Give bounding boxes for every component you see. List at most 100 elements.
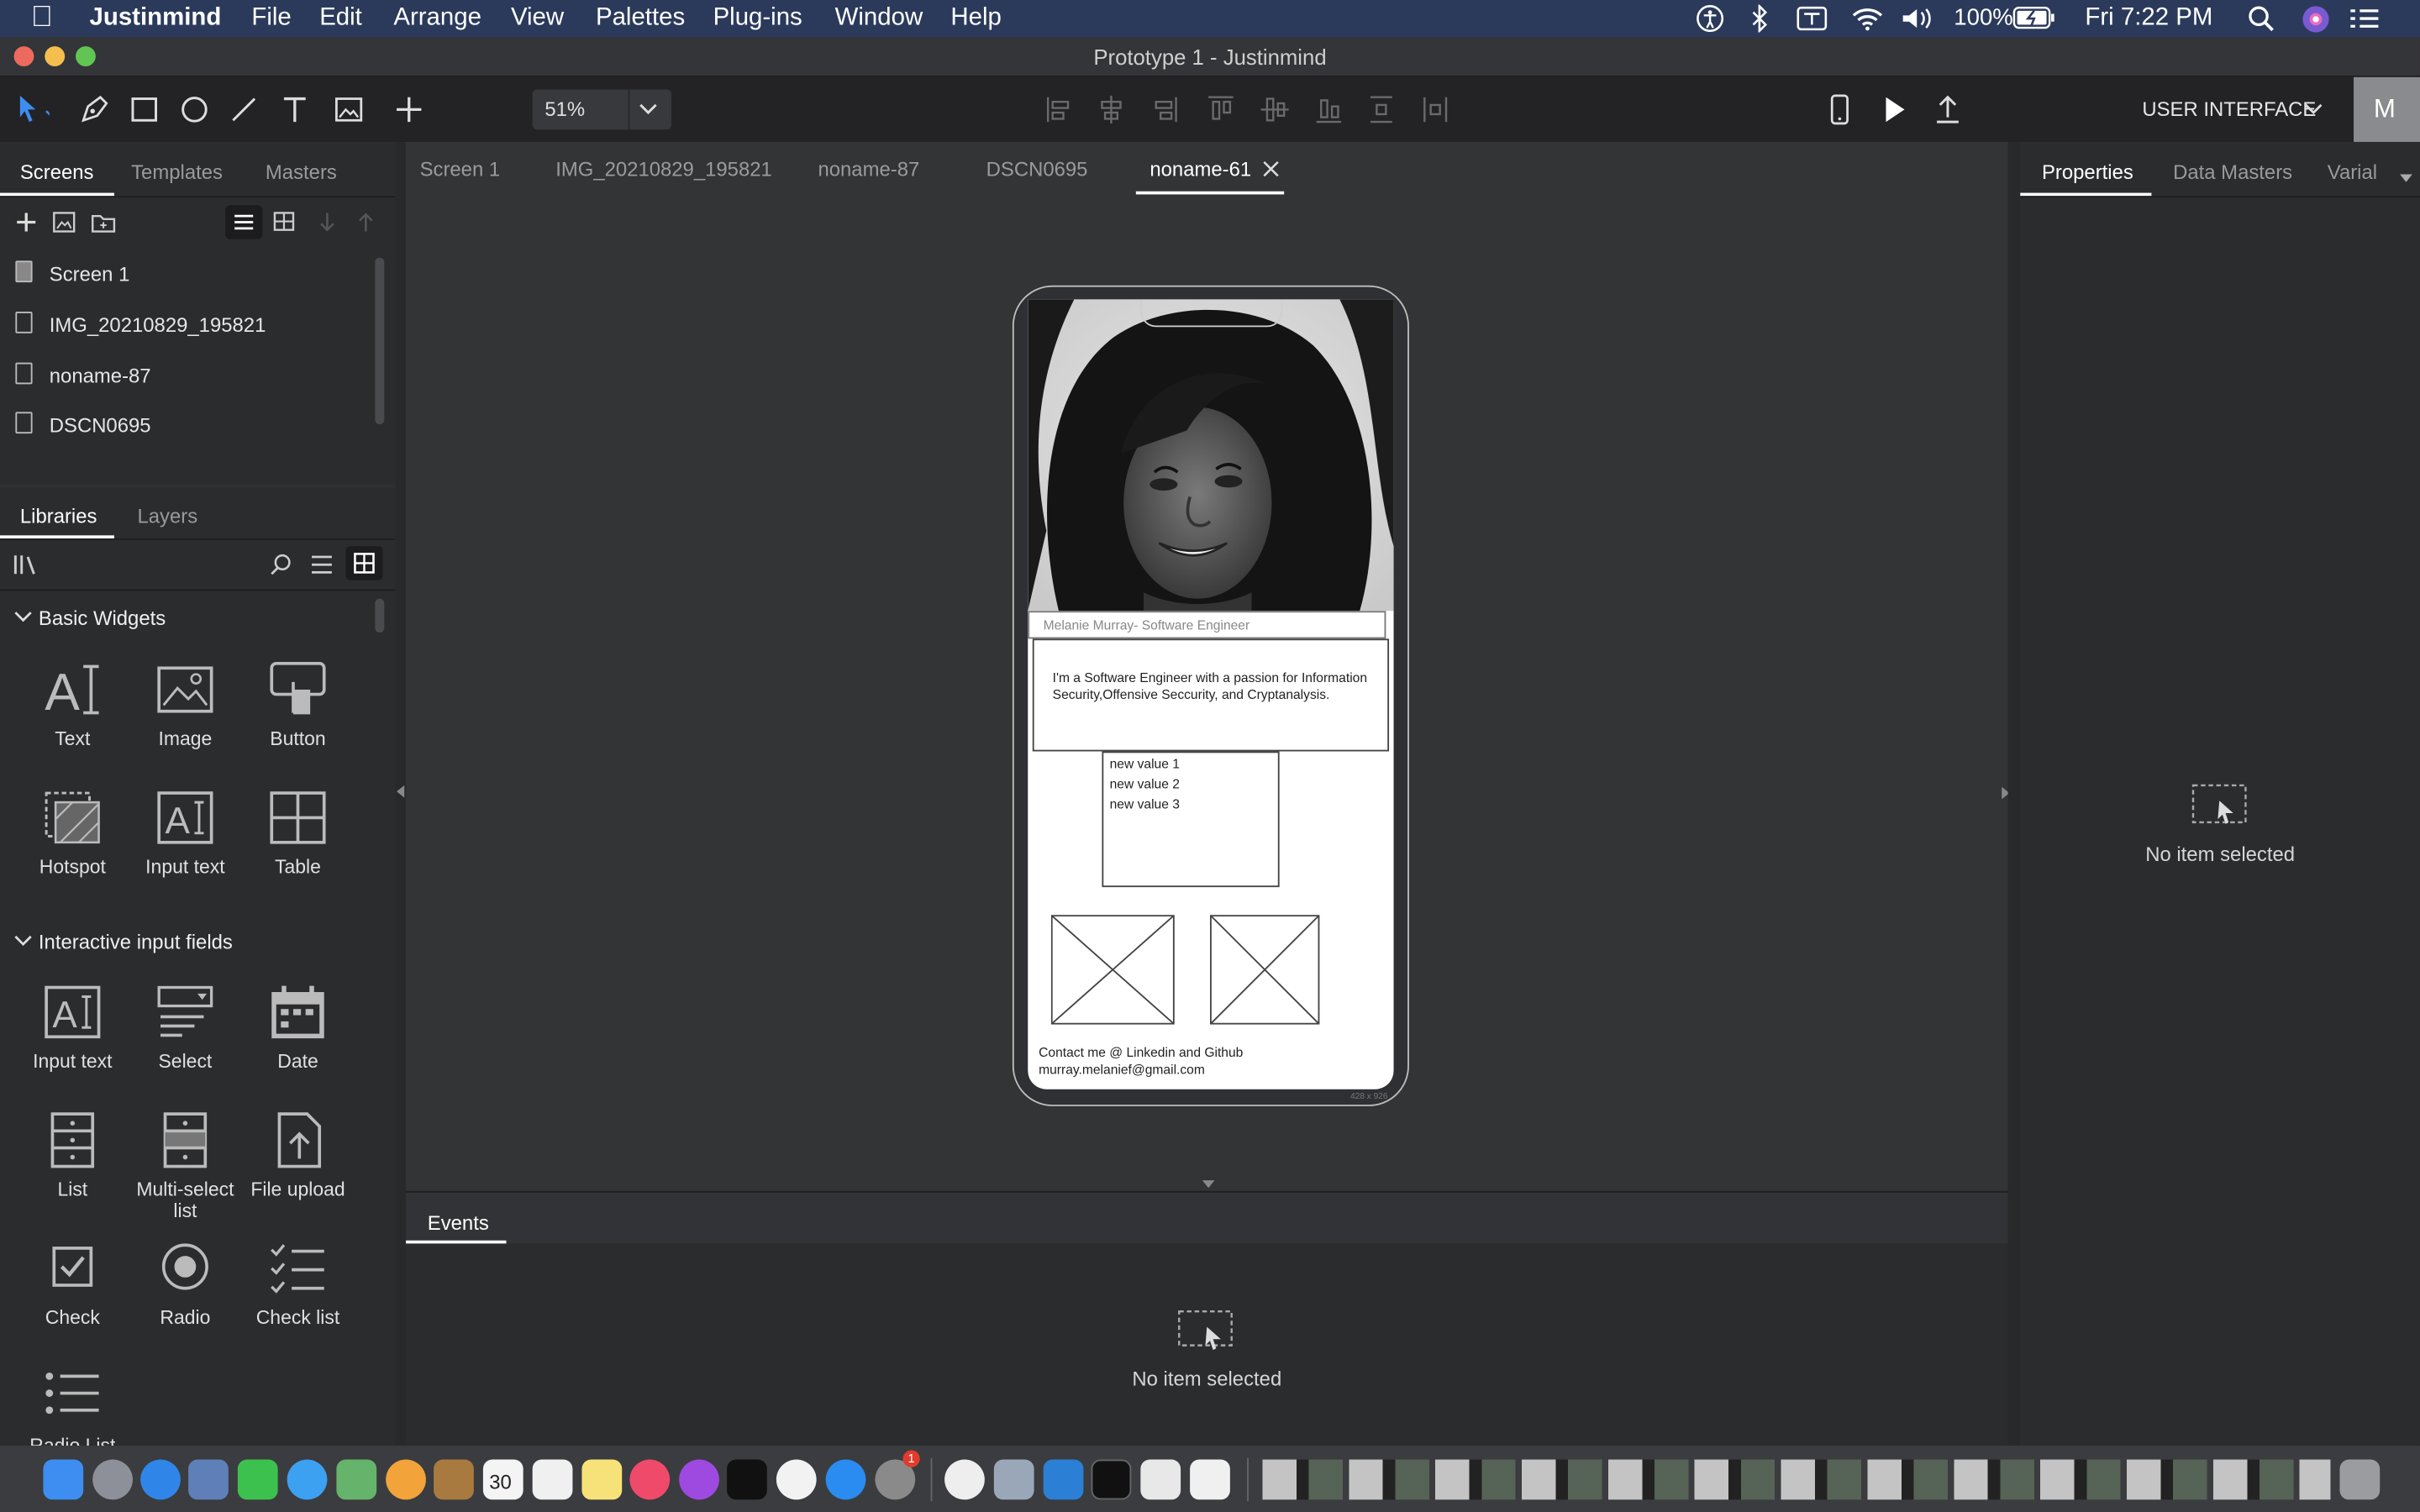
chevron-down-icon[interactable] — [2302, 102, 2324, 117]
name-field[interactable]: Melanie Murray- Software Engineer — [1028, 611, 1386, 639]
tab-data-masters[interactable]: Data Masters — [2173, 160, 2292, 184]
safari-icon[interactable] — [140, 1459, 181, 1500]
list-view-toggle[interactable] — [225, 205, 263, 239]
app-menu[interactable]: Justinmind — [90, 5, 222, 33]
reminders-icon[interactable] — [532, 1459, 573, 1500]
values-list[interactable]: new value 1 new value 2 new value 3 — [1102, 751, 1280, 888]
screen-item[interactable]: DSCN0695 — [0, 402, 371, 451]
widget-file-upload[interactable]: File upload — [242, 1110, 353, 1200]
app-store-icon[interactable] — [825, 1459, 866, 1500]
screen-item[interactable]: Screen 1 — [0, 250, 371, 300]
tab-templates[interactable]: Templates — [131, 160, 223, 184]
align-bottom-icon[interactable] — [1312, 92, 1345, 126]
image-capture-icon[interactable] — [993, 1459, 1034, 1500]
text-tool-icon[interactable] — [278, 92, 312, 126]
vscode-icon[interactable] — [1043, 1459, 1084, 1500]
widget-image[interactable]: Image — [129, 660, 240, 750]
grid-view-icon[interactable] — [273, 212, 297, 234]
menu-edit[interactable]: Edit — [319, 5, 362, 33]
align-middle-icon[interactable] — [1258, 92, 1292, 126]
section-interactive-input-fields[interactable]: Interactive input fields — [39, 931, 233, 954]
contacts-icon[interactable] — [434, 1459, 474, 1500]
widget-input-text[interactable]: A Input text — [129, 789, 240, 878]
add-screen-icon[interactable] — [13, 210, 40, 234]
apple-icon[interactable]:  — [31, 2, 53, 35]
wifi-icon[interactable] — [1850, 5, 1884, 31]
preview-icon[interactable] — [188, 1459, 229, 1500]
zoom-select[interactable]: 51% — [532, 89, 671, 130]
profile-photo[interactable] — [1028, 299, 1394, 612]
doc-tab-dscn0695[interactable]: DSCN0695 — [986, 157, 1088, 181]
textedit-icon[interactable] — [1140, 1459, 1181, 1500]
tab-libraries[interactable]: Libraries — [20, 505, 97, 528]
more-tabs-icon[interactable] — [2398, 173, 2413, 184]
list-option[interactable]: new value 3 — [1110, 796, 1180, 811]
photos-icon[interactable] — [386, 1459, 426, 1500]
tab-events[interactable]: Events — [428, 1211, 489, 1235]
chevron-down-icon[interactable] — [14, 610, 33, 625]
distribute-horizontal-icon[interactable] — [1420, 92, 1454, 126]
widget-text[interactable]: A Text — [17, 660, 128, 750]
expand-events-icon[interactable] — [1201, 1179, 1216, 1189]
line-tool-icon[interactable] — [227, 92, 260, 126]
search-icon[interactable] — [269, 553, 293, 577]
add-folder-icon[interactable] — [90, 210, 118, 234]
perspective-select[interactable]: USER INTERFACE — [2142, 97, 2316, 121]
left-splitter[interactable] — [395, 141, 407, 1446]
apple-tv-icon[interactable] — [727, 1459, 767, 1500]
calendar-icon[interactable]: 30 — [482, 1459, 523, 1500]
trash-icon[interactable] — [2339, 1459, 2381, 1500]
tab-variables[interactable]: Varial — [2328, 160, 2377, 184]
menu-window[interactable]: Window — [835, 5, 923, 33]
volume-icon[interactable] — [1900, 5, 1937, 33]
close-tab-icon[interactable] — [1262, 160, 1279, 177]
justinmind-icon[interactable] — [1190, 1459, 1230, 1500]
doc-tab-noname-61[interactable]: noname-61 — [1150, 157, 1251, 181]
widget-multi-select-list[interactable]: Multi-select list — [129, 1110, 240, 1222]
doc-tab-noname-87[interactable]: noname-87 — [818, 157, 919, 181]
align-right-icon[interactable] — [1150, 92, 1183, 126]
news-icon[interactable] — [776, 1459, 817, 1500]
minimized-windows[interactable] — [1262, 1459, 2331, 1500]
image-tool-icon[interactable] — [332, 92, 366, 126]
launchpad-icon[interactable] — [92, 1459, 133, 1500]
list-view-icon[interactable] — [310, 554, 334, 575]
rectangle-tool-icon[interactable] — [128, 92, 161, 126]
accessibility-icon[interactable] — [1697, 5, 1724, 33]
pen-tool-icon[interactable] — [77, 92, 111, 126]
distribute-vertical-icon[interactable] — [1366, 92, 1400, 126]
system-preferences-icon[interactable]: 1 — [875, 1450, 920, 1500]
messages-icon[interactable] — [287, 1459, 328, 1500]
menu-help[interactable]: Help — [950, 5, 1001, 33]
menu-file[interactable]: File — [251, 5, 291, 33]
battery-icon[interactable] — [2012, 6, 2055, 29]
widget-radio-list[interactable]: Radio List — [17, 1367, 128, 1457]
widget-check[interactable]: Check — [17, 1239, 128, 1328]
align-left-icon[interactable] — [1044, 92, 1077, 126]
podcasts-icon[interactable] — [679, 1459, 719, 1500]
spotlight-search-icon[interactable] — [2247, 5, 2275, 33]
tab-screens[interactable]: Screens — [20, 160, 94, 184]
ellipse-tool-icon[interactable] — [177, 92, 211, 126]
align-top-icon[interactable] — [1204, 92, 1238, 126]
select-tool-icon[interactable] — [15, 92, 50, 126]
bio-textarea[interactable]: I'm a Software Engineer with a passion f… — [1032, 638, 1390, 752]
widget-table[interactable]: Table — [242, 789, 353, 878]
widget-select[interactable]: Select — [129, 983, 240, 1073]
notes-icon[interactable] — [581, 1459, 623, 1500]
image-placeholder[interactable] — [1209, 915, 1321, 1026]
library-manager-icon[interactable] — [13, 553, 40, 577]
siri-icon[interactable] — [2302, 5, 2331, 34]
simulate-play-icon[interactable] — [1878, 92, 1912, 126]
list-option[interactable]: new value 1 — [1110, 756, 1180, 771]
screen-item[interactable]: noname-87 — [0, 352, 371, 402]
section-basic-widgets[interactable]: Basic Widgets — [39, 606, 166, 630]
image-placeholder[interactable] — [1050, 915, 1176, 1026]
screen-item[interactable]: IMG_20210829_195821 — [0, 301, 371, 350]
terminal-icon[interactable] — [1091, 1459, 1132, 1500]
add-more-icon[interactable] — [392, 92, 426, 126]
facetime-icon[interactable] — [237, 1459, 278, 1500]
finder-icon[interactable] — [43, 1459, 84, 1500]
control-center-icon[interactable] — [2349, 6, 2381, 30]
libraries-scrollbar[interactable] — [375, 598, 385, 633]
